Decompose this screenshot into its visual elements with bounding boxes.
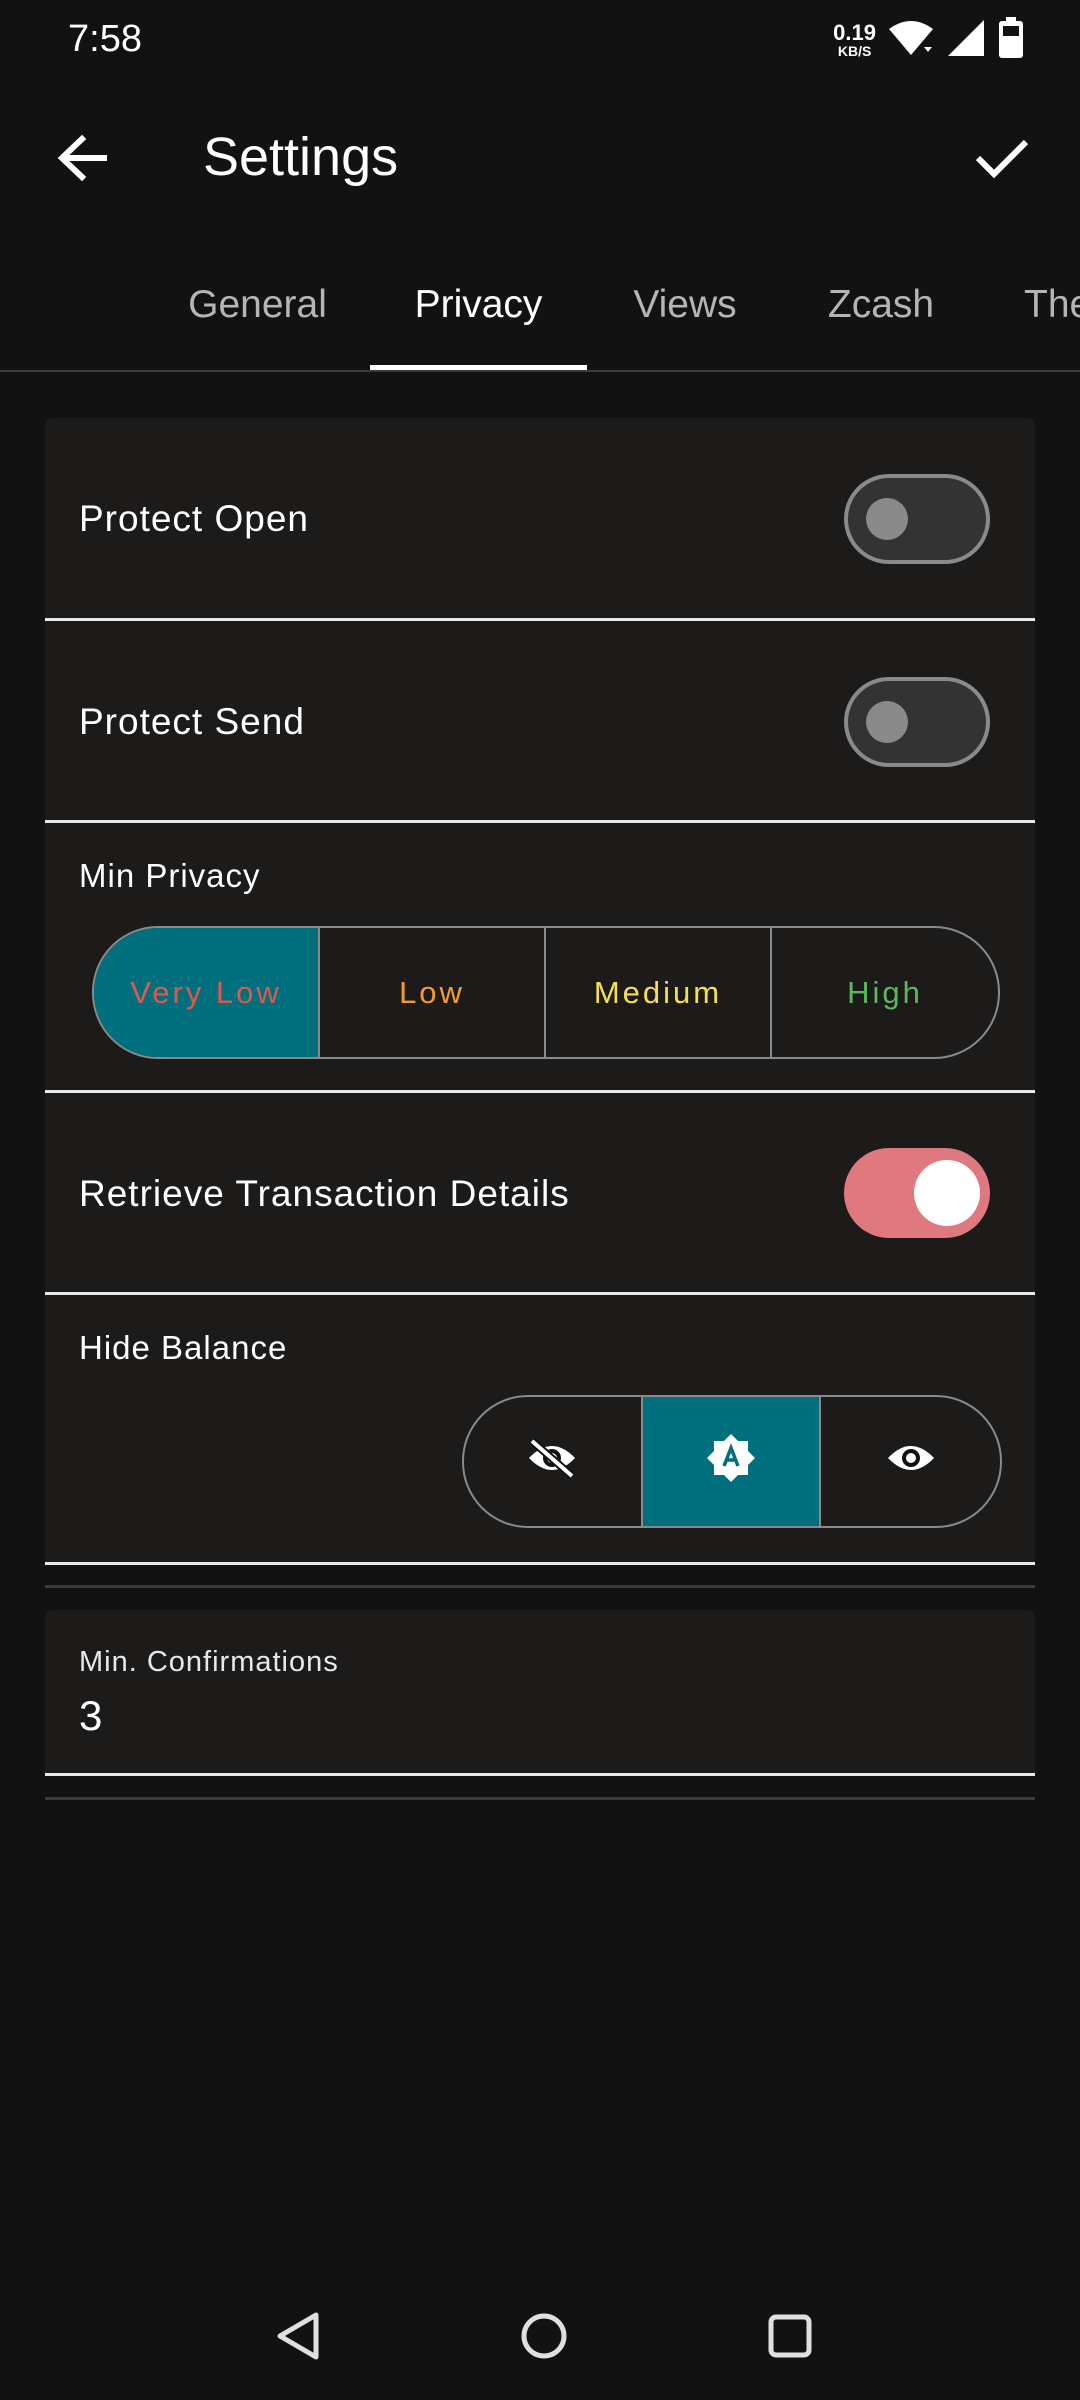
privacy-settings-card: Protect Open Protect Send Min Privacy Ve…	[45, 418, 1035, 1565]
tab-themes[interactable]: The	[1024, 240, 1080, 370]
app-bar: Settings	[0, 80, 1080, 240]
battery-icon	[998, 16, 1024, 64]
protect-open-label: Protect Open	[79, 498, 310, 539]
back-button[interactable]	[40, 118, 124, 202]
nav-back-button[interactable]	[256, 2296, 340, 2380]
eye-off-icon	[526, 1437, 578, 1486]
tab-views[interactable]: Views	[612, 240, 758, 370]
switch-knob	[914, 1160, 980, 1226]
protect-send-row: Protect Send	[45, 621, 1035, 823]
status-icons: 0.19 KB/S	[833, 16, 1024, 64]
nav-recents-square-icon	[766, 2312, 814, 2365]
min-privacy-row: Min Privacy Very Low Low Medium High	[45, 823, 1035, 1093]
min-confirmations-value: 3	[79, 1692, 103, 1739]
retrieve-tx-details-row: Retrieve Transaction Details	[45, 1093, 1035, 1295]
nav-home-circle-icon	[519, 2311, 569, 2366]
tab-indicator	[370, 365, 587, 370]
switch-knob	[866, 701, 908, 743]
switch-knob	[866, 498, 908, 540]
tab-bar: General Privacy Views Zcash The	[0, 240, 1080, 372]
hide-balance-label: Hide Balance	[79, 1329, 288, 1366]
settings-screen: 7:58 0.19 KB/S Settings General Privacy …	[0, 0, 1080, 2400]
system-nav-bar	[0, 2276, 1080, 2400]
protect-send-switch[interactable]	[844, 677, 990, 767]
protect-open-switch[interactable]	[844, 474, 990, 564]
protect-open-row: Protect Open	[45, 418, 1035, 621]
nav-back-triangle-icon	[274, 2311, 322, 2366]
retrieve-tx-details-label: Retrieve Transaction Details	[79, 1173, 570, 1214]
protect-send-label: Protect Send	[79, 701, 305, 742]
retrieve-tx-details-switch[interactable]	[844, 1148, 990, 1238]
status-bar: 7:58 0.19 KB/S	[0, 0, 1080, 80]
privacy-low-option[interactable]: Low	[320, 928, 546, 1057]
wifi-icon	[888, 19, 934, 62]
min-privacy-label: Min Privacy	[79, 857, 261, 894]
save-button[interactable]	[960, 118, 1044, 202]
page-title: Settings	[203, 127, 399, 187]
arrow-back-icon	[56, 132, 108, 189]
status-time: 7:58	[68, 18, 142, 60]
network-speed: 0.19 KB/S	[833, 20, 876, 59]
network-speed-unit: KB/S	[837, 43, 872, 59]
hide-balance-auto-option[interactable]	[642, 1397, 822, 1526]
privacy-very-low-option[interactable]: Very Low	[94, 928, 320, 1057]
eye-icon	[885, 1440, 937, 1484]
hide-balance-row: Hide Balance	[45, 1295, 1035, 1565]
tab-zcash[interactable]: Zcash	[806, 240, 956, 370]
tab-general[interactable]: General	[170, 240, 345, 370]
cell-signal-icon	[946, 18, 986, 63]
privacy-high-option[interactable]: High	[772, 928, 998, 1057]
brightness-auto-icon	[705, 1432, 757, 1492]
min-confirmations-label: Min. Confirmations	[79, 1646, 339, 1678]
min-privacy-selector: Very Low Low Medium High	[92, 926, 1000, 1059]
network-speed-value: 0.19	[833, 20, 876, 45]
tab-privacy[interactable]: Privacy	[370, 240, 587, 370]
nav-home-button[interactable]	[502, 2296, 586, 2380]
hide-balance-visible-option[interactable]	[821, 1397, 1000, 1526]
min-confirmations-field[interactable]: Min. Confirmations 3	[45, 1610, 1035, 1776]
nav-recents-button[interactable]	[748, 2296, 832, 2380]
hide-balance-selector	[462, 1395, 1002, 1528]
hide-balance-hidden-option[interactable]	[464, 1397, 643, 1526]
privacy-medium-option[interactable]: Medium	[546, 928, 772, 1057]
section-divider	[45, 1797, 1035, 1800]
check-icon	[974, 136, 1030, 185]
section-divider	[45, 1585, 1035, 1588]
